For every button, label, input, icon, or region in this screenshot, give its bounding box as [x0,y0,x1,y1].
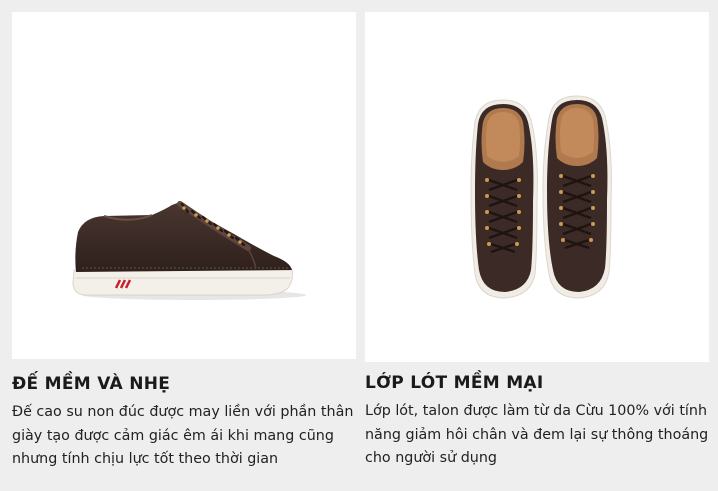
sneaker-top-illustration [470,95,612,299]
sneaker-side-illustration [72,201,306,300]
feature-description: Lớp lót, talon được làm từ da Cừu 100% v… [365,403,709,466]
feature-title: ĐẾ MỀM VÀ NHẸ [12,374,171,394]
feature-card-soft-sole: ĐẾ MỀM VÀ NHẸ Đế cao su non đúc được may… [12,12,356,472]
shoe-top-view-image [365,12,709,362]
shoe-side-view-image [12,12,356,359]
feature-title: LỚP LÓT MỀM MẠI [365,373,544,393]
right-shoe [542,95,612,299]
feature-card-soft-lining: LỚP LÓT MỀM MẠI Lớp lót, talon được làm … [365,12,709,471]
left-shoe [470,99,538,299]
feature-description: Đế cao su non đúc được may liền với phần… [12,404,354,467]
